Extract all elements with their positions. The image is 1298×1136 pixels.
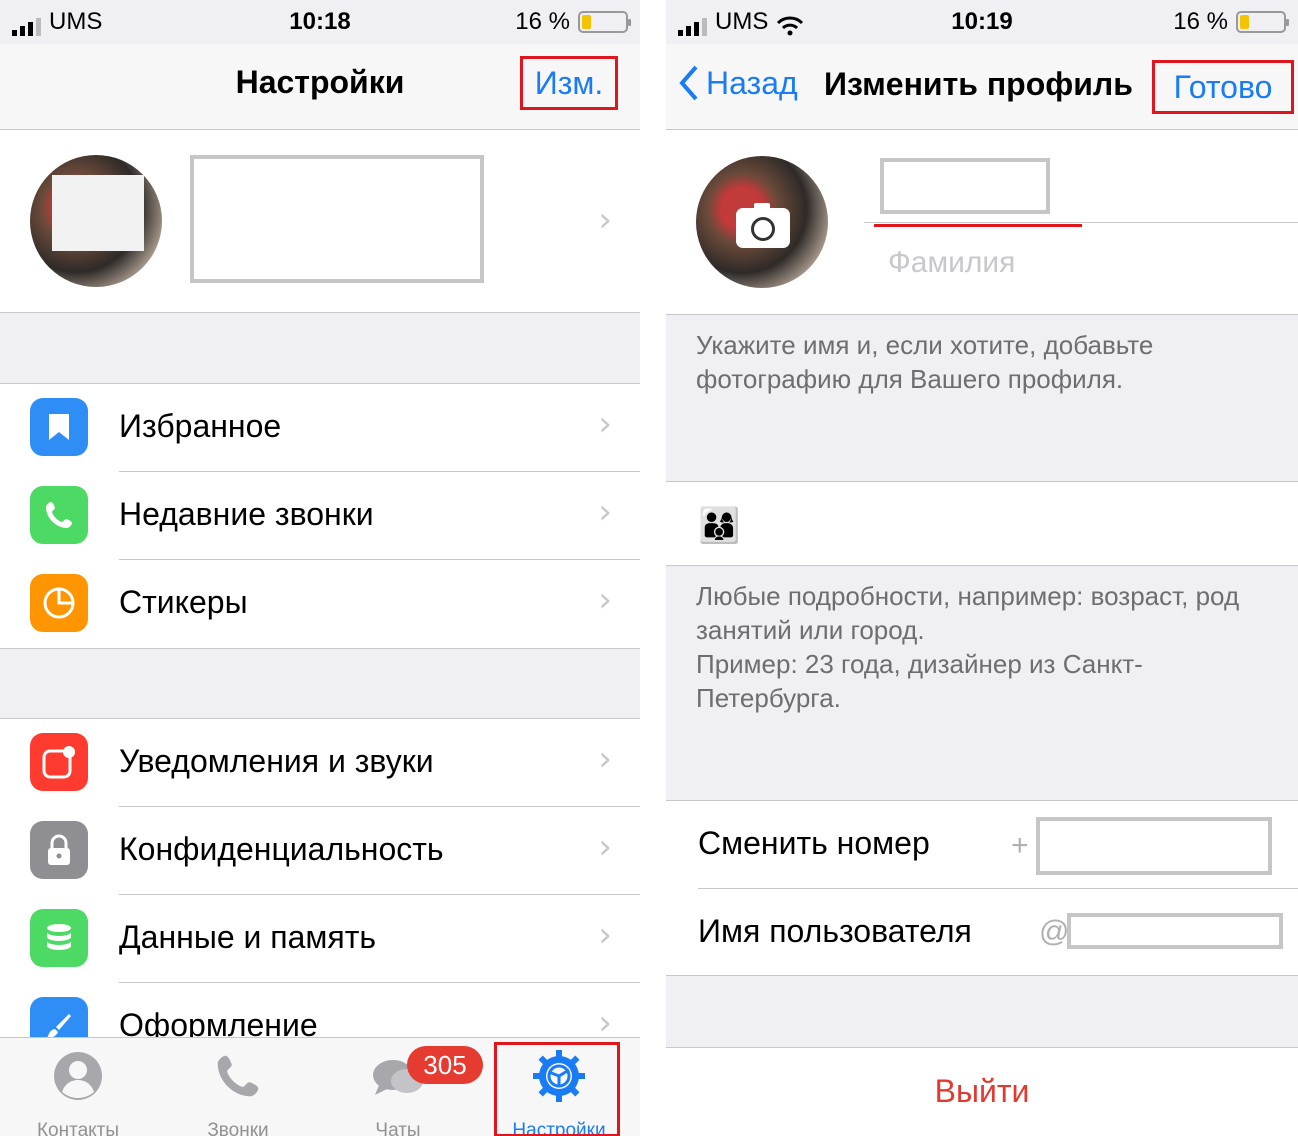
redacted-area [52, 175, 144, 251]
status-bar: UMS 10:18 16 % [0, 0, 640, 44]
navigation-bar: Настройки Изм. [0, 44, 640, 130]
divider [640, 0, 666, 1136]
username-prefix: @ [1039, 915, 1070, 948]
menu-item-label: Недавние звонки [119, 496, 374, 532]
bio-field[interactable]: 👨‍👩‍👦 [666, 481, 1298, 566]
back-button[interactable]: Назад [678, 64, 798, 102]
menu-item-label: Избранное [119, 408, 282, 444]
menu-item-label: Данные и память [119, 919, 377, 955]
back-label: Назад [706, 64, 798, 101]
phone-icon [173, 1046, 303, 1106]
row-label: Имя пользователя [698, 913, 972, 949]
highlight-underline [874, 224, 1082, 227]
settings-screen: UMS 10:18 16 % Настройки Изм. › Избранно… [0, 0, 640, 1136]
chevron-right-icon: › [598, 739, 612, 779]
battery-icon [578, 11, 631, 33]
menu-item-label: Уведомления и звуки [119, 743, 434, 779]
navigation-bar: Назад Изменить профиль Готово [666, 44, 1298, 130]
done-button[interactable]: Готово [1152, 60, 1294, 114]
redacted-phone-number [1036, 817, 1272, 875]
page-title: Изменить профиль [824, 66, 1133, 102]
profile-row[interactable]: › [0, 130, 640, 313]
phone-icon [30, 486, 88, 544]
contacts-icon [13, 1046, 143, 1106]
bio-hint-text: Любые подробности, например: возраст, ро… [696, 581, 1240, 713]
redacted-username [1067, 913, 1283, 949]
notification-icon [30, 733, 88, 791]
change-number-row[interactable]: Сменить номер + [666, 801, 1298, 889]
chevron-right-icon: › [598, 200, 612, 240]
account-group: Сменить номер + Имя пользователя @ [666, 800, 1298, 976]
menu-item-stickers[interactable]: Стикеры › [0, 560, 640, 648]
chevron-right-icon: › [598, 492, 612, 532]
menu-item-label: Конфиденциальность [119, 831, 444, 867]
menu-group-2: Уведомления и звуки › Конфиденциальность… [0, 718, 640, 1071]
username-row[interactable]: Имя пользователя @ [666, 889, 1298, 977]
highlight-box [494, 1042, 620, 1136]
chevron-right-icon: › [598, 404, 612, 444]
name-hint-text: Укажите имя и, если хотите, добавьте фот… [696, 330, 1154, 394]
avatar-photo-button[interactable] [696, 156, 828, 288]
status-bar: UMS 10:19 16 % [666, 0, 1298, 44]
menu-group-1: Избранное › Недавние звонки › Стикеры › [0, 383, 640, 649]
chevron-left-icon [679, 65, 698, 101]
phone-prefix: + [1011, 829, 1029, 862]
chevron-right-icon: › [598, 915, 612, 955]
first-name-field[interactable] [880, 158, 1050, 214]
chevron-right-icon: › [598, 580, 612, 620]
sticker-icon [30, 574, 88, 632]
tab-chats[interactable]: Чаты 305 [333, 1046, 483, 1136]
edit-button[interactable]: Изм. [520, 56, 618, 110]
menu-item-favorites[interactable]: Избранное › [0, 384, 640, 472]
menu-item-privacy[interactable]: Конфиденциальность › [0, 807, 640, 895]
row-label: Сменить номер [698, 825, 930, 861]
battery-percent: 16 % [1173, 8, 1228, 35]
menu-item-recent-calls[interactable]: Недавние звонки › [0, 472, 640, 560]
battery-icon [1236, 11, 1289, 33]
logout-button[interactable]: Выйти [666, 1047, 1298, 1136]
camera-icon [736, 203, 790, 248]
last-name-field[interactable]: Фамилия [888, 246, 1015, 280]
tab-calls[interactable]: Звонки [173, 1046, 303, 1136]
battery-percent: 16 % [515, 8, 570, 35]
database-icon [30, 909, 88, 967]
bookmark-icon [30, 398, 88, 456]
menu-item-notifications[interactable]: Уведомления и звуки › [0, 719, 640, 807]
unread-badge: 305 [407, 1046, 483, 1084]
tab-label: Контакты [36, 1120, 120, 1136]
tab-contacts[interactable]: Контакты [13, 1046, 143, 1136]
profile-edit-row: Фамилия [666, 130, 1298, 315]
menu-item-label: Стикеры [119, 584, 248, 620]
edit-profile-screen: UMS 10:19 16 % Назад Изменить профиль Го… [666, 0, 1298, 1136]
menu-item-data-storage[interactable]: Данные и память › [0, 895, 640, 983]
bio-value: 👨‍👩‍👦 [698, 506, 741, 546]
lock-icon [30, 821, 88, 879]
tab-bar: Контакты Звонки Чаты 305 Настройки [0, 1037, 640, 1136]
tab-label: Чаты [375, 1120, 421, 1136]
chevron-right-icon: › [598, 827, 612, 867]
tab-label: Звонки [207, 1120, 269, 1136]
avatar [30, 155, 162, 287]
redacted-profile-name [190, 155, 484, 283]
